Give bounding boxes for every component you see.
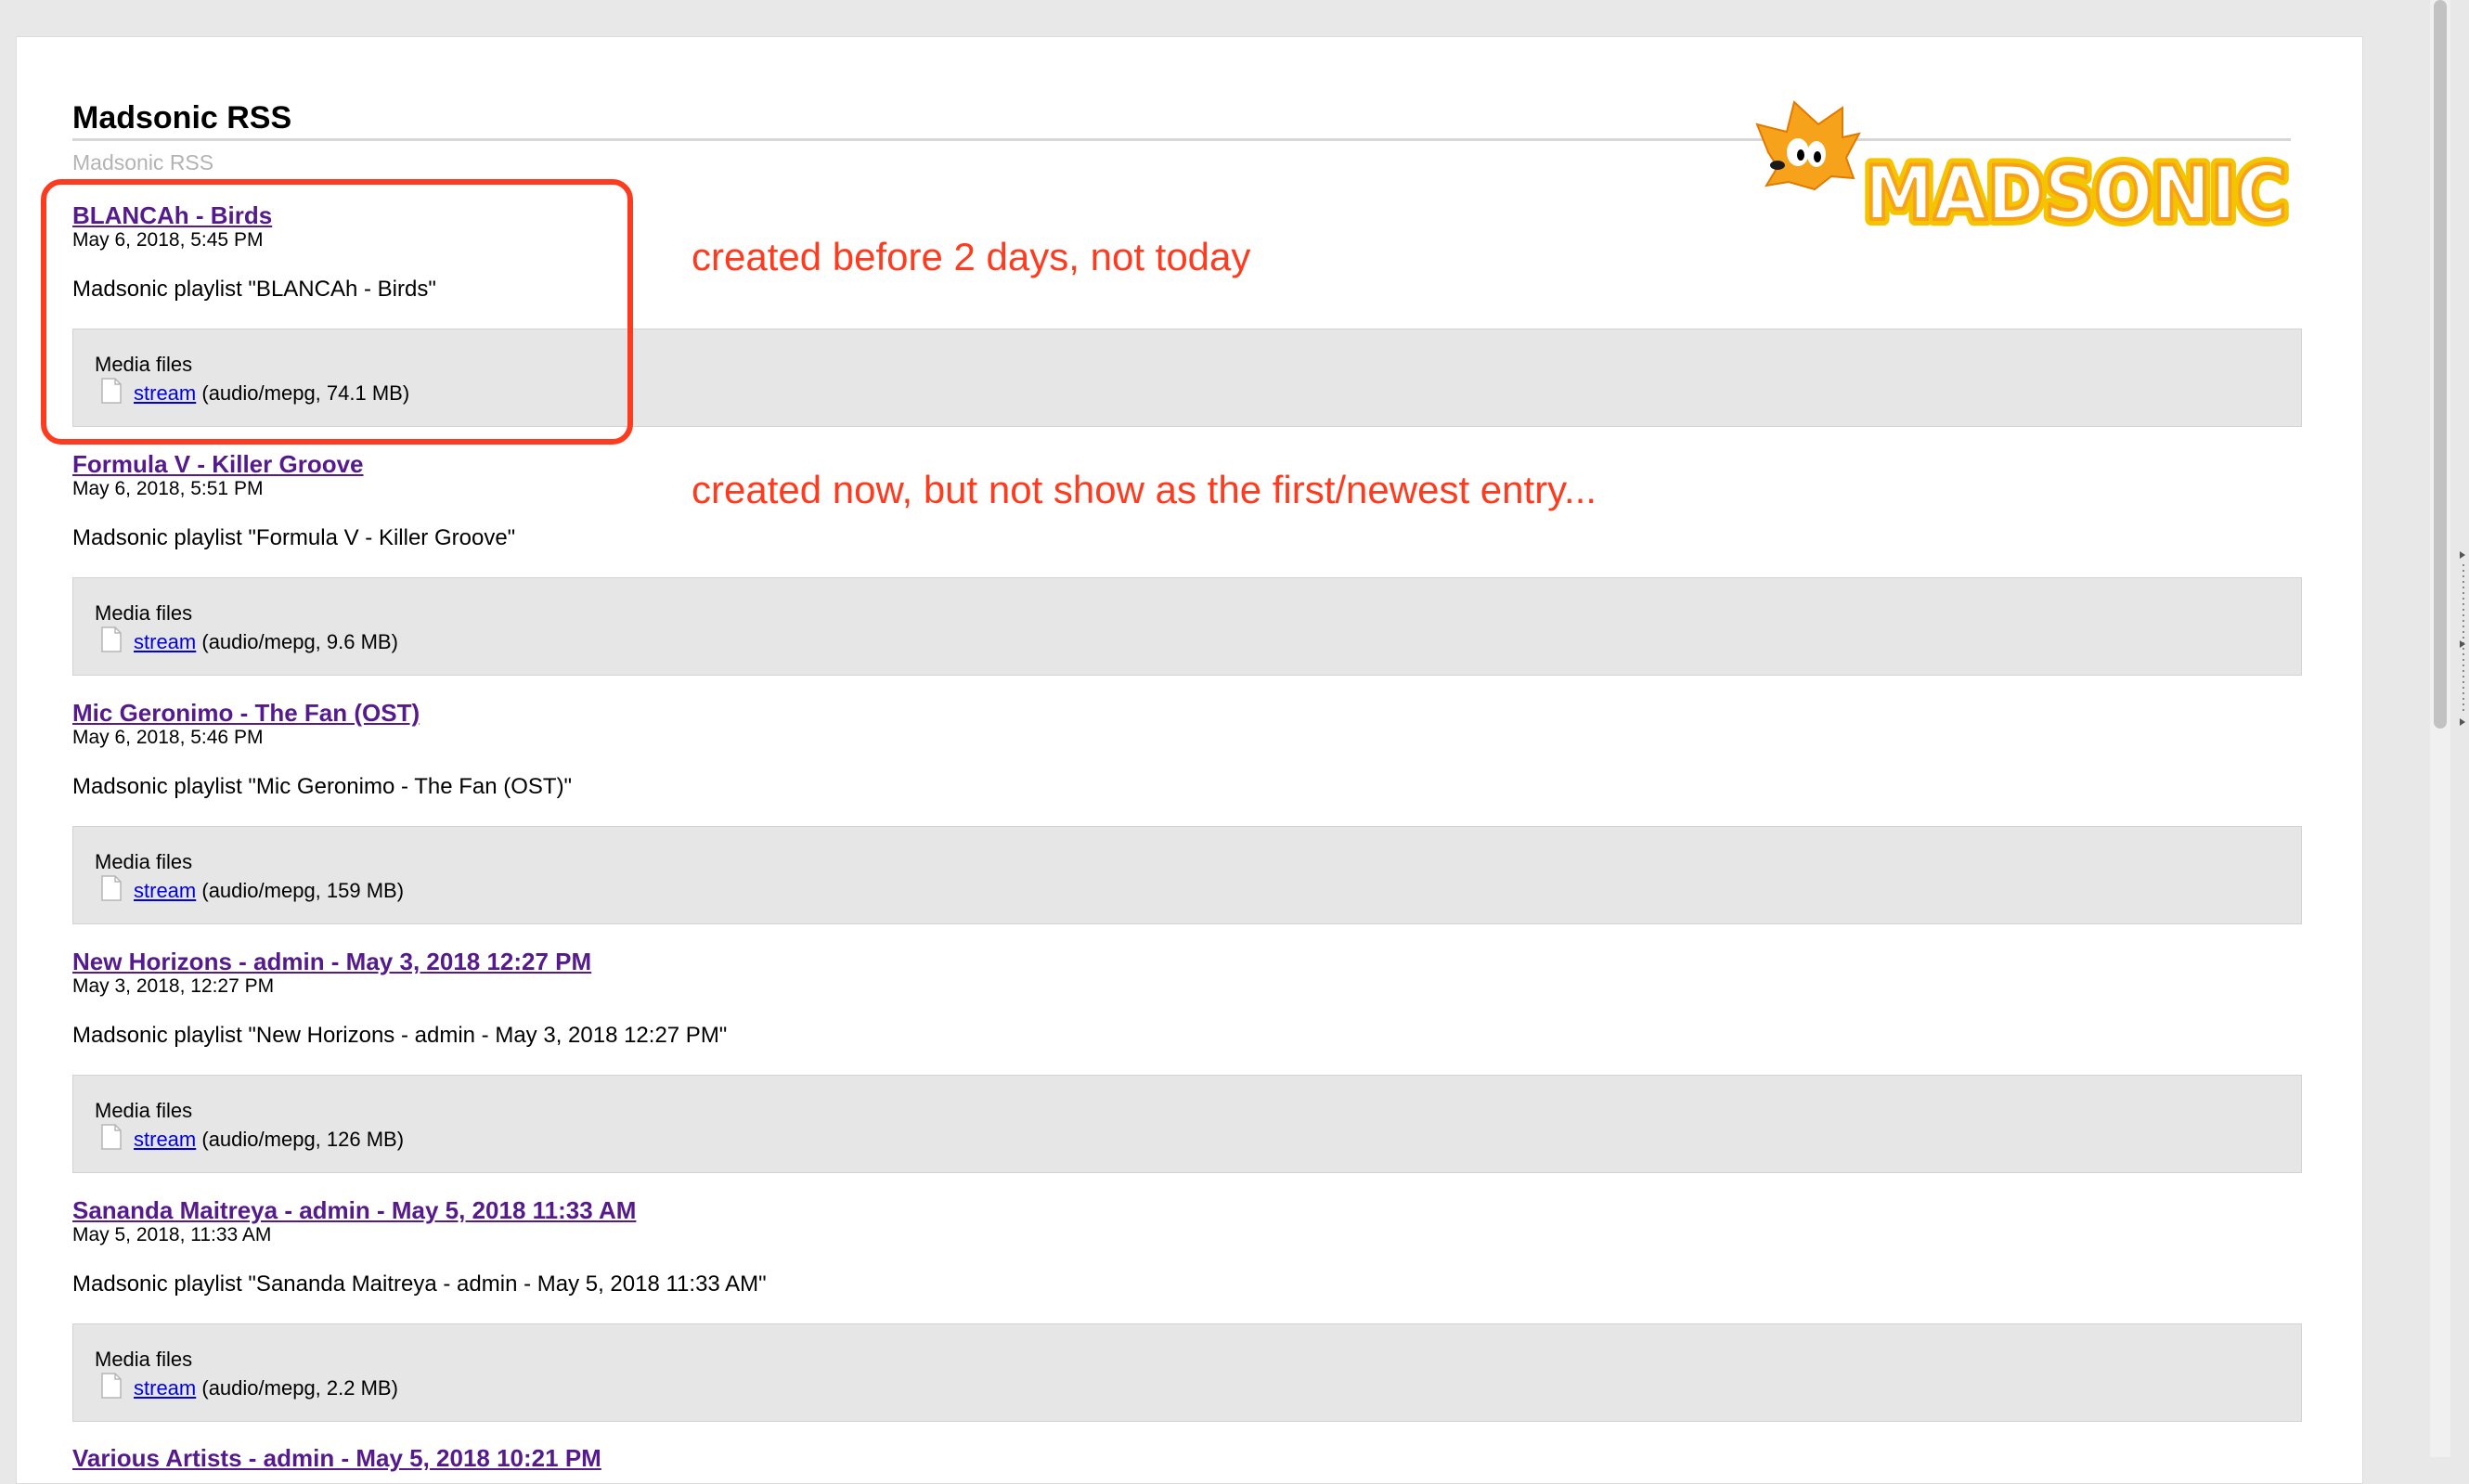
entry-description: Madsonic playlist "Mic Geronimo - The Fa… [72, 774, 573, 799]
media-file-meta: (audio/mepg, 2.2 MB) [201, 1376, 398, 1400]
media-file-meta: (audio/mepg, 126 MB) [201, 1128, 405, 1151]
media-files-box: Media files stream (audio/mepg, 159 MB) [72, 826, 2302, 924]
media-file-meta: (audio/mepg, 9.6 MB) [201, 630, 398, 653]
annotation-text: created before 2 days, not today [692, 235, 1251, 278]
entry-description: Madsonic playlist "Formula V - Killer Gr… [72, 525, 516, 550]
hedgehog-mascot-icon [1755, 100, 1861, 191]
scrollbar-thumb[interactable] [2434, 0, 2447, 729]
entry-title-link[interactable]: Mic Geronimo - The Fan (OST) [72, 698, 2302, 728]
feed-entry: New Horizons - admin - May 3, 2018 12:27… [72, 947, 2302, 1173]
media-files-label: Media files [95, 1099, 193, 1122]
stream-link[interactable]: stream [134, 630, 196, 653]
media-file-line: stream (audio/mepg, 9.6 MB) [134, 630, 398, 654]
entry-date: May 6, 2018, 5:46 PM [72, 727, 264, 748]
annotation-highlight-box [41, 179, 633, 445]
entry-date: May 5, 2018, 11:33 AM [72, 1224, 272, 1245]
media-files-box: Media files stream (audio/mepg, 2.2 MB) [72, 1323, 2302, 1422]
entry-title-link[interactable]: Sananda Maitreya - admin - May 5, 2018 1… [72, 1195, 2302, 1225]
scroll-markers [2460, 551, 2465, 726]
entry-date: May 3, 2018, 12:27 PM [72, 975, 275, 997]
file-icon [101, 1124, 122, 1150]
feed-entry: Mic Geronimo - The Fan (OST) May 6, 2018… [72, 698, 2302, 924]
media-files-label: Media files [95, 601, 193, 625]
media-file-line: stream (audio/mepg, 159 MB) [134, 879, 404, 903]
feed-entry: Various Artists - admin - May 5, 2018 10… [72, 1443, 2302, 1473]
entry-description: Madsonic playlist "New Horizons - admin … [72, 1023, 728, 1048]
stream-link[interactable]: stream [134, 1128, 196, 1151]
feed-subtitle: Madsonic RSS [72, 150, 214, 174]
media-file-line: stream (audio/mepg, 126 MB) [134, 1128, 404, 1152]
stream-link[interactable]: stream [134, 879, 196, 902]
entry-title-link[interactable]: New Horizons - admin - May 3, 2018 12:27… [72, 947, 2302, 976]
file-icon [101, 875, 122, 901]
feed-entry: Sananda Maitreya - admin - May 5, 2018 1… [72, 1195, 2302, 1422]
annotation-text: created now, but not show as the first/n… [692, 468, 1597, 511]
media-files-box: Media files stream (audio/mepg, 126 MB) [72, 1075, 2302, 1173]
media-file-meta: (audio/mepg, 159 MB) [201, 879, 405, 902]
media-files-box: Media files stream (audio/mepg, 9.6 MB) [72, 577, 2302, 676]
media-file-line: stream (audio/mepg, 2.2 MB) [134, 1376, 398, 1400]
media-files-label: Media files [95, 1348, 193, 1371]
media-files-label: Media files [95, 850, 193, 873]
entry-title-link[interactable]: Various Artists - admin - May 5, 2018 10… [72, 1443, 2302, 1473]
stream-link[interactable]: stream [134, 1376, 196, 1400]
file-icon [101, 1373, 122, 1399]
entry-description: Madsonic playlist "Sananda Maitreya - ad… [72, 1271, 767, 1297]
file-icon [101, 626, 122, 652]
